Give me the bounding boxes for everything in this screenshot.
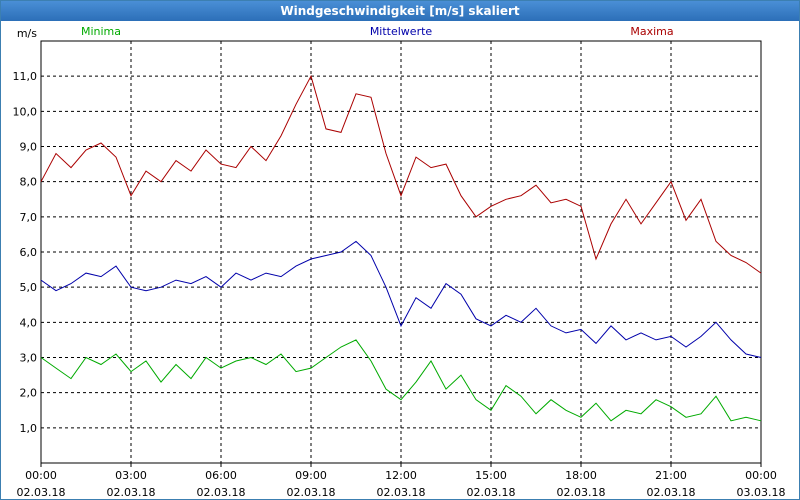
x-tick-date: 02.03.18 (287, 486, 336, 499)
y-tick-label: 4,0 (20, 316, 38, 329)
x-tick-time: 12:00 (385, 469, 417, 482)
y-tick-label: 3,0 (20, 352, 38, 365)
legend-maxima: Maxima (630, 25, 673, 38)
x-tick-time: 18:00 (565, 469, 597, 482)
y-tick-label: 5,0 (20, 281, 38, 294)
y-tick-label: 8,0 (20, 176, 38, 189)
y-tick-label: 10,0 (13, 105, 38, 118)
x-tick-date: 02.03.18 (467, 486, 516, 499)
x-tick-time: 06:00 (205, 469, 237, 482)
y-tick-label: 2,0 (20, 387, 38, 400)
x-tick-date: 02.03.18 (197, 486, 246, 499)
x-tick-date: 02.03.18 (557, 486, 606, 499)
x-tick-time: 09:00 (295, 469, 327, 482)
y-tick-label: 7,0 (20, 211, 38, 224)
x-tick-time: 00:00 (745, 469, 777, 482)
wind-speed-chart: 1,0 2,0 3,0 4,0 5,0 6,0 7,0 8,0 9,0 10,0 11,0 00:00… (13, 25, 786, 499)
x-tick-time: 15:00 (475, 469, 507, 482)
x-tick-date: 02.03.18 (647, 486, 696, 499)
window-title: Windgeschwindigkeit [m/s] skaliert (1, 1, 799, 21)
chart-window: Windgeschwindigkeit [m/s] skaliert 1,0 2,… (0, 0, 800, 500)
x-tick-time: 03:00 (115, 469, 147, 482)
y-tick-label: 1,0 (20, 422, 38, 435)
x-tick-date: 02.03.18 (377, 486, 426, 499)
x-tick-date: 02.03.18 (17, 486, 66, 499)
y-tick-label: 11,0 (13, 70, 38, 83)
x-tick-date: 02.03.18 (107, 486, 156, 499)
legend-minima: Minima (81, 25, 121, 38)
y-axis-label: m/s (17, 27, 37, 40)
x-tick-time: 21:00 (655, 469, 687, 482)
legend-mittelwerte: Mittelwerte (370, 25, 433, 38)
x-tick-date: 03.03.18 (737, 486, 786, 499)
y-tick-label: 9,0 (20, 141, 38, 154)
y-tick-label: 6,0 (20, 246, 38, 259)
x-tick-time: 00:00 (25, 469, 57, 482)
